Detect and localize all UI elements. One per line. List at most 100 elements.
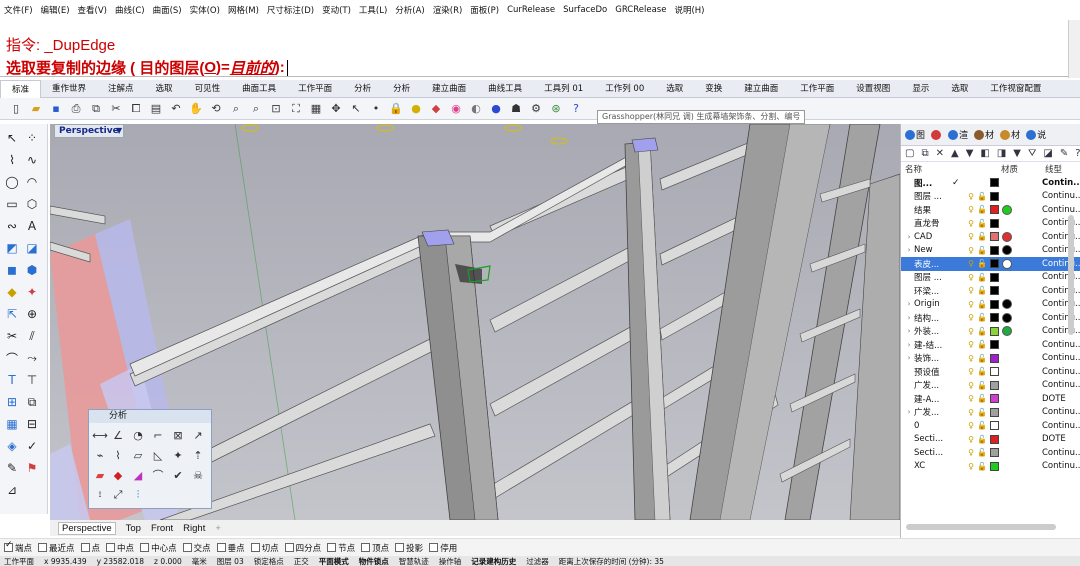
layer-tool-icon[interactable]: ⛛ [1028,148,1036,159]
view-tab[interactable]: Right [183,523,205,534]
layer-color-swatch[interactable] [990,259,999,269]
material-swatch[interactable] [1002,204,1012,215]
status-toggle[interactable]: 正交 [294,557,309,566]
emap-icon[interactable]: ⫶ [131,488,145,502]
layer-color-swatch[interactable] [990,313,999,323]
checkbox[interactable] [429,543,439,552]
lock-icon[interactable]: 🔓 [976,219,988,228]
angle-icon[interactable]: ∠ [111,428,125,442]
offset-icon[interactable]: ⤳ [24,350,40,366]
menu-item[interactable]: 网格(M) [228,4,259,16]
analyze-icon[interactable]: ⊟ [24,416,40,432]
menu-item[interactable]: SurfaceDo [563,5,607,15]
checkbox[interactable] [38,543,48,552]
expand-icon[interactable]: › [904,341,914,349]
current-layer-check-icon[interactable]: ✓ [952,178,966,188]
expand-icon[interactable]: › [904,408,914,416]
lock-icon[interactable]: 🔓 [976,367,988,376]
curve-icon[interactable]: ∿ [24,152,40,168]
layer-row[interactable]: 建-A... ♀ 🔓 DOTE [901,392,1080,406]
undo-icon[interactable]: ↶ [168,101,184,117]
lock-icon[interactable]: 🔓 [976,340,988,349]
lock-icon[interactable]: 🔓 [976,259,988,268]
arc-icon[interactable]: ◠ [24,174,40,190]
lock-icon[interactable]: 🔓 [976,246,988,255]
centroid-icon[interactable]: ✦ [171,448,185,462]
layer-row[interactable]: › 装饰... ♀ 🔓 Continu... [901,352,1080,366]
osnap-toggle[interactable]: 投影 [395,542,423,554]
layer-color-swatch[interactable] [990,380,999,390]
material-swatch[interactable] [1002,258,1012,269]
linetype[interactable]: Continu... [1042,367,1080,377]
pan-hand-icon[interactable]: ✋ [188,101,204,117]
layer-row[interactable]: 图层 ... ♀ 🔓 Continu... [901,190,1080,204]
toolbar-tab[interactable]: 选取 [655,80,694,98]
checkbox[interactable] [80,543,90,552]
status-toggle[interactable]: 锁定格点 [254,557,284,566]
visibility-bulb-icon[interactable]: ♀ [966,299,976,309]
panel-tab[interactable]: 渲 [948,128,968,141]
visibility-bulb-icon[interactable]: ♀ [966,421,976,431]
layer-color-swatch[interactable] [990,232,999,242]
polygon-icon[interactable]: ⬡ [24,196,40,212]
layer-row[interactable]: 0 ♀ 🔓 Continu... [901,419,1080,433]
cut-icon[interactable]: ✂ [108,101,124,117]
options-icon[interactable]: ⚙ [528,101,544,117]
surface-edit-icon[interactable]: ◪ [24,240,40,256]
select-arrow-icon[interactable]: ↖ [4,130,20,146]
status-toggle[interactable]: 距离上次保存的时间 (分钟): 35 [559,557,664,566]
checkbox[interactable] [216,543,226,552]
linetype[interactable]: Continu... [1042,380,1080,390]
free-curve-icon[interactable]: ∾ [4,218,20,234]
lock-icon[interactable]: 🔓 [976,273,988,282]
linetype[interactable]: Continu... [1042,448,1080,458]
linetype[interactable]: Continu... [1042,299,1080,309]
lock-icon[interactable]: 🔓 [976,313,988,322]
command-option-value[interactable]: 目前的 [230,57,275,78]
text-tool-icon[interactable]: A [24,218,40,234]
point-tool-icon[interactable]: ⁘ [24,130,40,146]
layer-row[interactable]: 结果 ♀ 🔓 Continu... [901,203,1080,217]
menu-item[interactable]: 编辑(E) [41,4,70,16]
material-swatch[interactable] [1002,231,1012,242]
lock-icon[interactable]: 🔓 [976,232,988,241]
surface-icon[interactable]: ◩ [4,240,20,256]
status-toggle[interactable]: 过滤器 [526,557,549,566]
checkbox[interactable] [395,543,405,552]
solid-box-icon[interactable]: ◼ [4,262,20,278]
toolbar-tab[interactable]: 显示 [901,80,940,98]
dimension-icon[interactable]: T [4,372,20,388]
linetype[interactable]: Continu... [1042,340,1080,350]
check-icon[interactable]: ✔ [171,468,185,482]
point-icon[interactable]: • [368,101,384,117]
boolean-icon[interactable]: ⊕ [24,306,40,322]
menu-item[interactable]: 曲线(C) [115,4,145,16]
visibility-bulb-icon[interactable]: ♀ [966,232,976,242]
mesh-check-icon[interactable]: ☠ [191,468,205,482]
layer-color-swatch[interactable] [990,407,999,417]
linetype[interactable]: Continu... [1042,286,1080,296]
osnap-toggle[interactable]: 点 [80,542,100,554]
layer-tool-icon[interactable]: ✕ [936,148,944,159]
osnap-toggle[interactable]: 顶点 [361,542,389,554]
coordinates-icon[interactable]: ⟟ [93,488,107,502]
layer-row[interactable]: 表皮... ♀ 🔓 Continu... [901,257,1080,271]
osnap-toggle[interactable]: 切点 [250,542,279,554]
toolbar-tab[interactable]: 工作视窗配置 [979,80,1052,98]
mesh-edit-icon[interactable]: ✦ [24,284,40,300]
panel-tab[interactable]: 材 [1000,128,1020,141]
layer-tool-icon[interactable]: ? [1075,148,1080,159]
menu-item[interactable]: 实体(O) [190,4,220,16]
toolbar-tab[interactable]: 重作世界 [41,80,97,98]
layer-tool-icon[interactable]: ▢ [905,148,914,159]
status-toggle[interactable]: 平面模式 [319,557,349,566]
layer-row[interactable]: Secti... ♀ 🔓 DOTE [901,433,1080,447]
menu-item[interactable]: 查看(V) [78,4,107,16]
lock-icon[interactable]: 🔒 [388,101,404,117]
view-tab[interactable]: Perspective [58,521,116,535]
zebra-icon[interactable]: ▰ [93,468,107,482]
direction-icon[interactable]: ↗ [191,428,205,442]
linetype[interactable]: Continu... [1042,461,1080,471]
osnap-toggle[interactable]: 端点 [4,540,32,554]
linetype[interactable]: Continu... [1042,326,1080,336]
